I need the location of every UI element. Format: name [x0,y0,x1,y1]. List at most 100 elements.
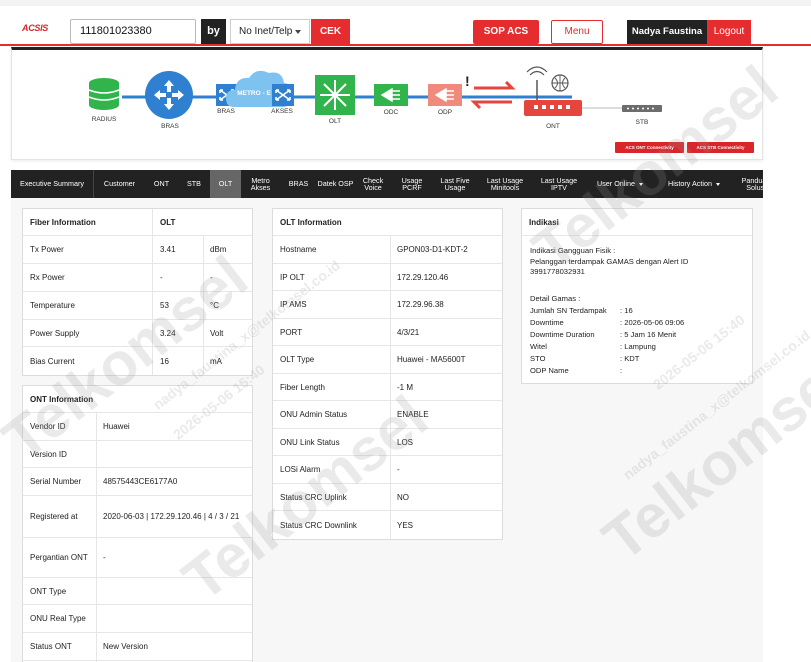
tab-last-usage-iptv[interactable]: Last Usage IPTV [532,170,586,198]
fiber-information-card: Fiber Information OLT Tx Power 3.41 dBm … [22,208,253,376]
user-name: Nadya Faustina [627,20,707,44]
indikasi-title: Indikasi [529,217,559,227]
olt-row-onu-admin-status: ONU Admin Status ENABLE [273,401,502,429]
gamas-detail-row: ODP Name: [530,365,684,377]
tab-metro-akses[interactable]: Metro Akses [241,170,280,198]
caret-down-icon [638,182,643,186]
ont-row-version-id: Version ID [23,441,252,468]
fiber-row-value: 3.41 [160,245,176,254]
node-label-bras-2: BRAS [217,108,235,115]
olt-row-value: YES [397,520,414,530]
olt-row-ip-olt: IP OLT 172.29.120.46 [273,264,502,291]
fiber-row-label: Rx Power [30,273,65,282]
tab-last-five-usage[interactable]: Last Five Usage [432,170,478,198]
by-label: by [201,19,226,44]
tab-bar: Executive Summary Customer ONT STB OLT M… [11,170,763,198]
fiber-row-rx-power: Rx Power - - [23,264,252,292]
ont-row-ont-type: ONT Type [23,578,252,605]
ont-information-title: ONT Information [30,394,94,404]
gamas-detail-value: : KDT [620,354,640,363]
fiber-information-title: Fiber Information [30,217,96,227]
fiber-row-label: Temperature [30,301,75,310]
olt-row-label: Hostname [280,245,317,254]
fiber-row-tx-power: Tx Power 3.41 dBm [23,236,252,264]
tab-last-usage-minitools[interactable]: Last Usage Minitools [478,170,532,198]
olt-information-card: OLT Information Hostname GPON03-D1-KDT-2… [272,208,503,540]
gamas-detail-value: : 16 [620,306,633,315]
gamas-alert-id: 3991778032931 [530,267,585,276]
fiber-row-value: 53 [160,301,169,310]
indikasi-heading: Indikasi Gangguan Fisik : [530,246,616,255]
sop-acs-button[interactable]: SOP ACS [473,20,539,44]
gamas-detail-label: Downtime [530,318,564,327]
ont-row-value: New Version [103,642,148,651]
search-input[interactable]: 111801023380 [70,19,196,44]
indikasi-card: Indikasi Indikasi Gangguan Fisik : Pelan… [521,208,753,384]
gamas-detail-row: STO : KDT [530,353,684,365]
gamas-detail-row: Downtime : 2026-05-06 09:06 [530,317,684,329]
tab-usage-pcrf[interactable]: Usage PCRF [392,170,432,198]
node-label-odp: ODP [437,109,453,116]
gamas-detail-label: Witel [530,342,547,351]
olt-row-status-crc-downlink: Status CRC Downlink YES [273,511,502,539]
fiber-row-label: Bias Current [30,356,75,366]
ont-row-label: Pergantian ONT [30,553,88,562]
caret-down-icon [715,182,720,186]
top-bar: ACSIS 111801023380 by No Inet/Telp CEK S… [0,0,811,46]
ont-information-header: ONT Information [23,386,252,413]
fiber-row-temperature: Temperature 53 °C [23,292,252,320]
check-button[interactable]: CEK [311,19,350,44]
ont-row-vendor-id: Vendor ID Huawei [23,413,252,441]
olt-row-value: 172.29.120.46 [397,272,449,282]
tab-stb[interactable]: STB [178,170,210,198]
ont-row-value: - [103,553,106,562]
indikasi-message-line: Pelanggan terdampak GAMAS dengan Alert I… [530,256,689,266]
ont-icon [524,66,582,116]
fiber-row-value: 3.24 [160,328,176,338]
fiber-row-unit: Volt [210,328,224,338]
olt-information-title: OLT Information [280,217,342,227]
ont-information-card: ONT Information Vendor ID Huawei Version… [22,385,253,662]
tab-panduan-solusi[interactable]: Panduan Solusi [734,170,763,198]
olt-row-value: NO [397,492,409,502]
tab-check-voice[interactable]: Check Voice [354,170,392,198]
tab-datek-osp[interactable]: Datek OSP [317,170,354,198]
tab-olt[interactable]: OLT [210,170,241,198]
menu-button[interactable]: Menu [551,20,603,44]
ont-row-label: Version ID [30,449,67,459]
olt-row-label: Status CRC Downlink [280,520,357,530]
olt-row-label: ONU Admin Status [280,410,348,419]
tab-history-action[interactable]: History Action [654,170,734,198]
header-divider [0,44,811,46]
gamas-detail-label: STO [530,354,546,363]
fiber-row-label: Tx Power [30,245,64,254]
app-logo[interactable]: ACSIS [22,23,48,37]
radius-icon [88,78,120,110]
fiber-olt-column-title: OLT [160,217,176,227]
tab-bras[interactable]: BRAS [280,170,317,198]
olt-row-label: Fiber Length [280,382,325,392]
gamas-detail-label: Downtime Duration [530,330,595,339]
ont-row-label: Status ONT [30,642,72,651]
tab-ont[interactable]: ONT [145,170,178,198]
logout-button[interactable]: Logout [707,20,751,44]
node-label-ont: ONT [546,123,560,130]
acs-stb-connectivity-button[interactable]: ACS STB Connectivity [687,142,754,153]
ont-row-label: Vendor ID [30,422,66,431]
search-type-select[interactable]: No Inet/Telp [230,19,310,44]
fiber-row-bias-current: Bias Current 16 mA [23,347,252,375]
gamas-detail-value: : 5 Jam 16 Menit [620,330,677,339]
tab-executive-summary[interactable]: Executive Summary [11,170,93,198]
tab-customer[interactable]: Customer [93,170,145,198]
ont-row-label: ONT Type [30,586,67,596]
olt-row-status-crc-uplink: Status CRC Uplink NO [273,484,502,511]
ont-row-label: Serial Number [30,477,82,486]
olt-row-hostname: Hostname GPON03-D1-KDT-2 [273,236,502,264]
tab-user-online[interactable]: User Online [586,170,654,198]
bras-router-icon [145,71,193,119]
gamas-detail-value: : [620,366,623,375]
acs-ont-connectivity-button[interactable]: ACS ONT Connectivity [615,142,684,153]
status-marker: ! [465,73,470,89]
gamas-detail-label: Jumlah SN Terdampak [530,306,607,315]
gamas-detail-value: : 2026-05-06 09:06 [620,318,685,327]
